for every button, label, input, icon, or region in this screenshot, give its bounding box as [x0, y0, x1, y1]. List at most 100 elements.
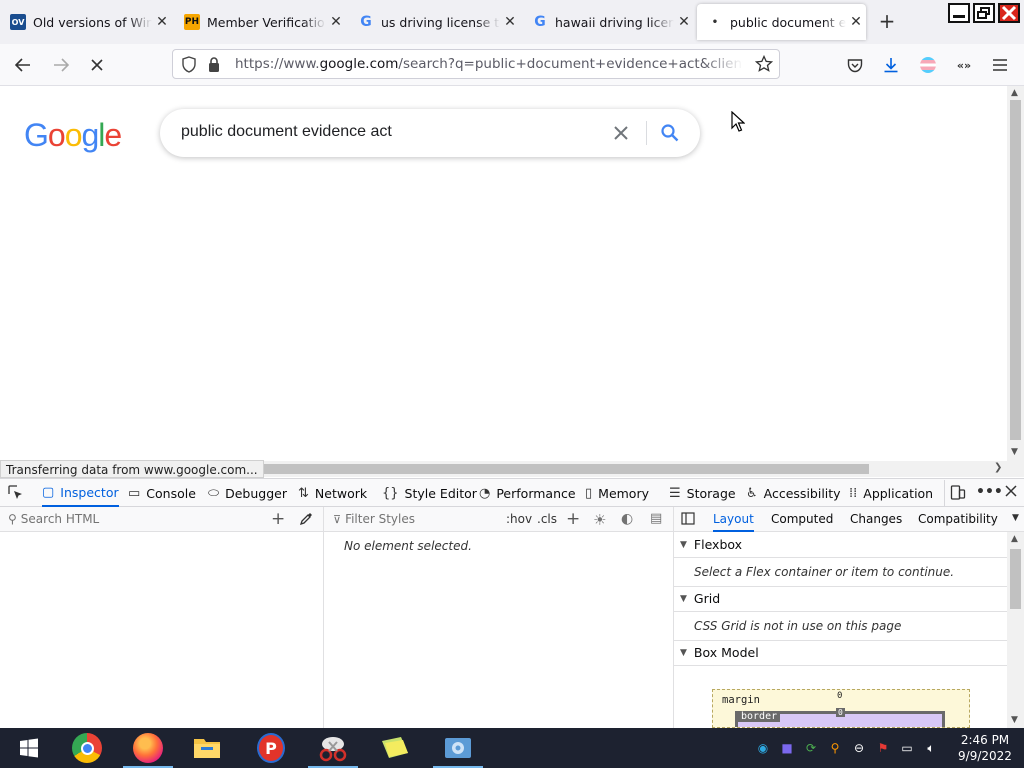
add-rule-icon[interactable]: +	[566, 509, 580, 529]
bookmark-star-icon[interactable]	[754, 54, 774, 77]
restore-icon[interactable]	[973, 3, 995, 23]
horizontal-scrollbar[interactable]: ❯	[264, 461, 1024, 477]
scroll-up-icon[interactable]: ▲	[1011, 534, 1018, 544]
tab-hawaii-driving-license[interactable]: G hawaii driving license ✕	[522, 0, 694, 44]
tab-us-driving-license[interactable]: G us driving license the ✕	[348, 0, 520, 44]
search-query[interactable]: public document evidence act	[181, 123, 392, 141]
tracking-shield-icon[interactable]	[181, 56, 197, 77]
filter-styles-input[interactable]: Filter Styles	[345, 512, 415, 526]
tab-layout[interactable]: Layout	[713, 507, 754, 532]
devtools-toolbar: ▢ Inspector ▭ Console ⬭ Debugger ⇅ Network {…	[0, 478, 1024, 507]
status-tray-icon[interactable]: ⊖	[851, 740, 867, 756]
scroll-right-icon[interactable]: ❯	[994, 462, 1002, 473]
google-logo[interactable]: Google	[24, 117, 122, 154]
search-tray-icon[interactable]: ⚲	[827, 740, 843, 756]
box-model-section-header[interactable]: ▼ Box Model	[674, 640, 1007, 666]
nav-toolbar: https://www.google.com/search?q=public+d…	[0, 44, 1024, 86]
volume-icon[interactable]: 🔈︎	[923, 740, 939, 756]
devtools-tab-inspector[interactable]: ▢ Inspector	[42, 479, 119, 507]
file-explorer-icon[interactable]	[178, 728, 236, 768]
hov-button[interactable]: :hov	[506, 512, 532, 526]
responsive-design-icon[interactable]	[950, 484, 966, 505]
devtools-tab-application[interactable]: ⁞⁞ Application	[849, 479, 933, 507]
start-button[interactable]	[0, 728, 58, 768]
network-tray-icon[interactable]: ◉	[755, 740, 771, 756]
minimize-icon[interactable]	[948, 3, 970, 23]
devtools-tab-performance[interactable]: ◔ Performance	[479, 479, 576, 507]
sync-tray-icon[interactable]: ⟳	[803, 740, 819, 756]
stop-icon[interactable]	[84, 52, 110, 78]
chrome-icon[interactable]	[58, 728, 116, 768]
new-tab-icon[interactable]: +	[876, 10, 898, 32]
tab-member-verification[interactable]: PH Member Verification - ✕	[174, 0, 346, 44]
close-window-icon[interactable]	[998, 3, 1020, 23]
toggle-sidebar-icon[interactable]	[681, 512, 695, 528]
account-icon[interactable]	[915, 52, 941, 78]
scroll-thumb[interactable]	[264, 464, 869, 474]
grid-section-header[interactable]: ▼ Grid	[674, 586, 1007, 612]
downloads-icon[interactable]	[878, 52, 904, 78]
flag-tray-icon[interactable]: ⚑	[875, 740, 891, 756]
scroll-thumb[interactable]	[1010, 549, 1021, 609]
search-input[interactable]: public document evidence act	[160, 109, 700, 157]
print-media-icon[interactable]: ▤	[650, 511, 662, 526]
contrast-icon[interactable]: ◐	[621, 511, 633, 527]
light-mode-icon[interactable]: ☀	[593, 511, 606, 529]
close-icon[interactable]: ✕	[674, 14, 694, 30]
cls-button[interactable]: .cls	[537, 512, 557, 526]
search-icon[interactable]	[660, 123, 680, 147]
margin-value[interactable]: 0	[837, 691, 842, 701]
clock[interactable]: 2:46 PM 9/9/2022	[950, 732, 1020, 764]
scroll-down-icon[interactable]: ▼	[1011, 715, 1018, 725]
scroll-thumb[interactable]	[1010, 100, 1021, 440]
box-model-margin[interactable]: margin 0 border 0	[712, 689, 970, 728]
chevron-down-icon[interactable]: ▼	[1012, 513, 1019, 523]
flexbox-note: Select a Flex container or item to conti…	[694, 565, 955, 579]
extension-icon[interactable]: «»	[951, 52, 977, 78]
close-icon[interactable]: ✕	[326, 14, 346, 30]
oldversion-favicon: OV	[10, 14, 26, 30]
url-text[interactable]: https://www.google.com/search?q=public+d…	[235, 56, 743, 72]
tab-changes[interactable]: Changes	[850, 512, 902, 526]
scroll-up-icon[interactable]: ▲	[1011, 88, 1018, 98]
sticky-notes-icon[interactable]	[366, 728, 424, 768]
eyedropper-icon[interactable]	[299, 512, 313, 528]
devtools-tab-memory[interactable]: ▯ Memory	[585, 479, 649, 507]
devtools-tab-debugger[interactable]: ⬭ Debugger	[208, 479, 287, 507]
border-value[interactable]: 0	[836, 708, 845, 717]
tab-computed[interactable]: Computed	[771, 512, 833, 526]
snipping-tool-icon[interactable]	[304, 728, 362, 768]
scroll-down-icon[interactable]: ▼	[1011, 447, 1018, 457]
devtools-tab-network[interactable]: ⇅ Network	[298, 479, 367, 507]
devtools-tab-console[interactable]: ▭ Console	[128, 479, 196, 507]
clear-icon[interactable]	[612, 124, 630, 146]
add-node-icon[interactable]: +	[271, 509, 285, 529]
close-icon[interactable]: ✕	[152, 14, 172, 30]
lock-icon[interactable]	[207, 56, 221, 77]
flexbox-section-header[interactable]: ▼ Flexbox	[674, 532, 1007, 558]
element-picker-icon[interactable]	[8, 485, 24, 505]
tab-compatibility[interactable]: Compatibility	[918, 512, 998, 526]
devtools-tab-accessibility[interactable]: ♿ Accessibility	[746, 479, 841, 507]
firefox-icon[interactable]	[119, 728, 177, 768]
tab-public-document[interactable]: • public document evid ✕	[697, 4, 866, 40]
url-bar[interactable]: https://www.google.com/search?q=public+d…	[172, 49, 780, 79]
menu-icon[interactable]	[987, 52, 1013, 78]
box-model-border[interactable]: border 0	[735, 708, 945, 727]
more-options-icon[interactable]: •••	[976, 484, 1003, 500]
video-tray-icon[interactable]: ■	[779, 740, 795, 756]
vertical-scrollbar[interactable]: ▲ ▼	[1007, 86, 1024, 461]
settings-app-icon[interactable]	[429, 728, 487, 768]
close-icon[interactable]: ✕	[500, 14, 520, 30]
devtools-tab-style-editor[interactable]: {} Style Editor	[382, 479, 477, 507]
search-html-input[interactable]: Search HTML	[21, 512, 99, 526]
app-p-icon[interactable]: P	[242, 728, 300, 768]
back-icon[interactable]	[10, 52, 36, 78]
close-icon[interactable]: ✕	[846, 14, 866, 30]
display-tray-icon[interactable]: ▭	[899, 740, 915, 756]
pocket-icon[interactable]	[842, 52, 868, 78]
tab-old-versions[interactable]: OV Old versions of Windo ✕	[0, 0, 172, 44]
devtools-scrollbar[interactable]: ▲ ▼	[1007, 532, 1024, 728]
close-devtools-icon[interactable]	[1004, 484, 1018, 502]
devtools-tab-storage[interactable]: ☰ Storage	[669, 479, 736, 507]
